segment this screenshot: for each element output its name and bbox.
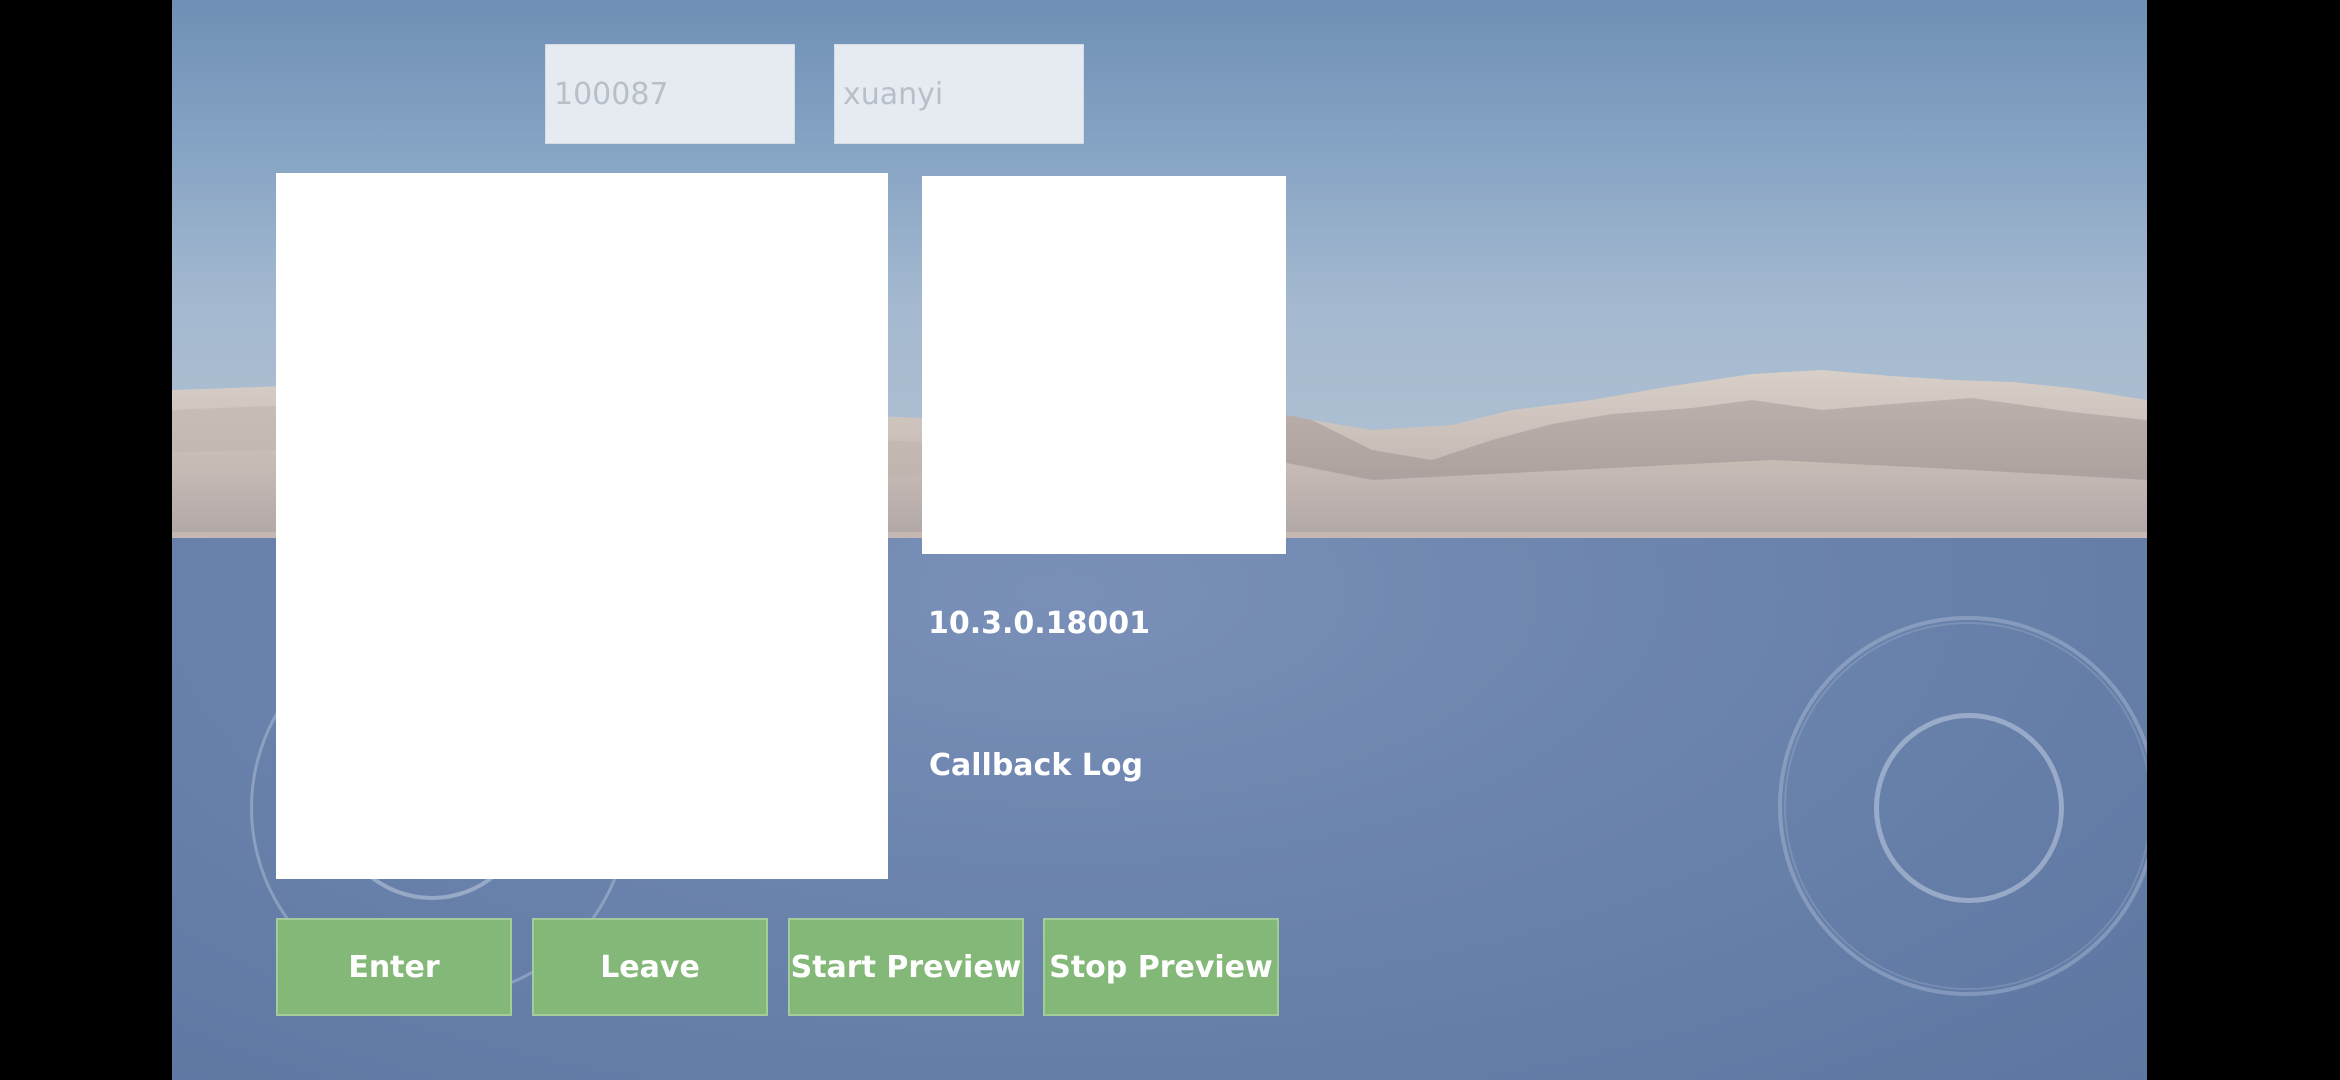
start-preview-button[interactable]: Start Preview: [788, 918, 1024, 1016]
right-joystick-knob[interactable]: [1874, 713, 2064, 903]
user-id-value: xuanyi: [843, 76, 944, 112]
leave-button[interactable]: Leave: [532, 918, 768, 1016]
game-screen: 100087 xuanyi 10.3.0.18001 Callback Log …: [0, 0, 2340, 1080]
room-id-value: 100087: [554, 76, 669, 112]
room-id-input[interactable]: 100087: [545, 44, 795, 144]
callback-log-label: Callback Log: [929, 748, 1143, 783]
remote-video-panel: [922, 176, 1286, 554]
user-id-input[interactable]: xuanyi: [834, 44, 1084, 144]
sdk-version-label: 10.3.0.18001: [928, 606, 1151, 641]
local-video-panel: [276, 173, 888, 879]
enter-button[interactable]: Enter: [276, 918, 512, 1016]
stop-preview-button[interactable]: Stop Preview: [1043, 918, 1279, 1016]
game-viewport: 100087 xuanyi 10.3.0.18001 Callback Log …: [172, 0, 2147, 1080]
